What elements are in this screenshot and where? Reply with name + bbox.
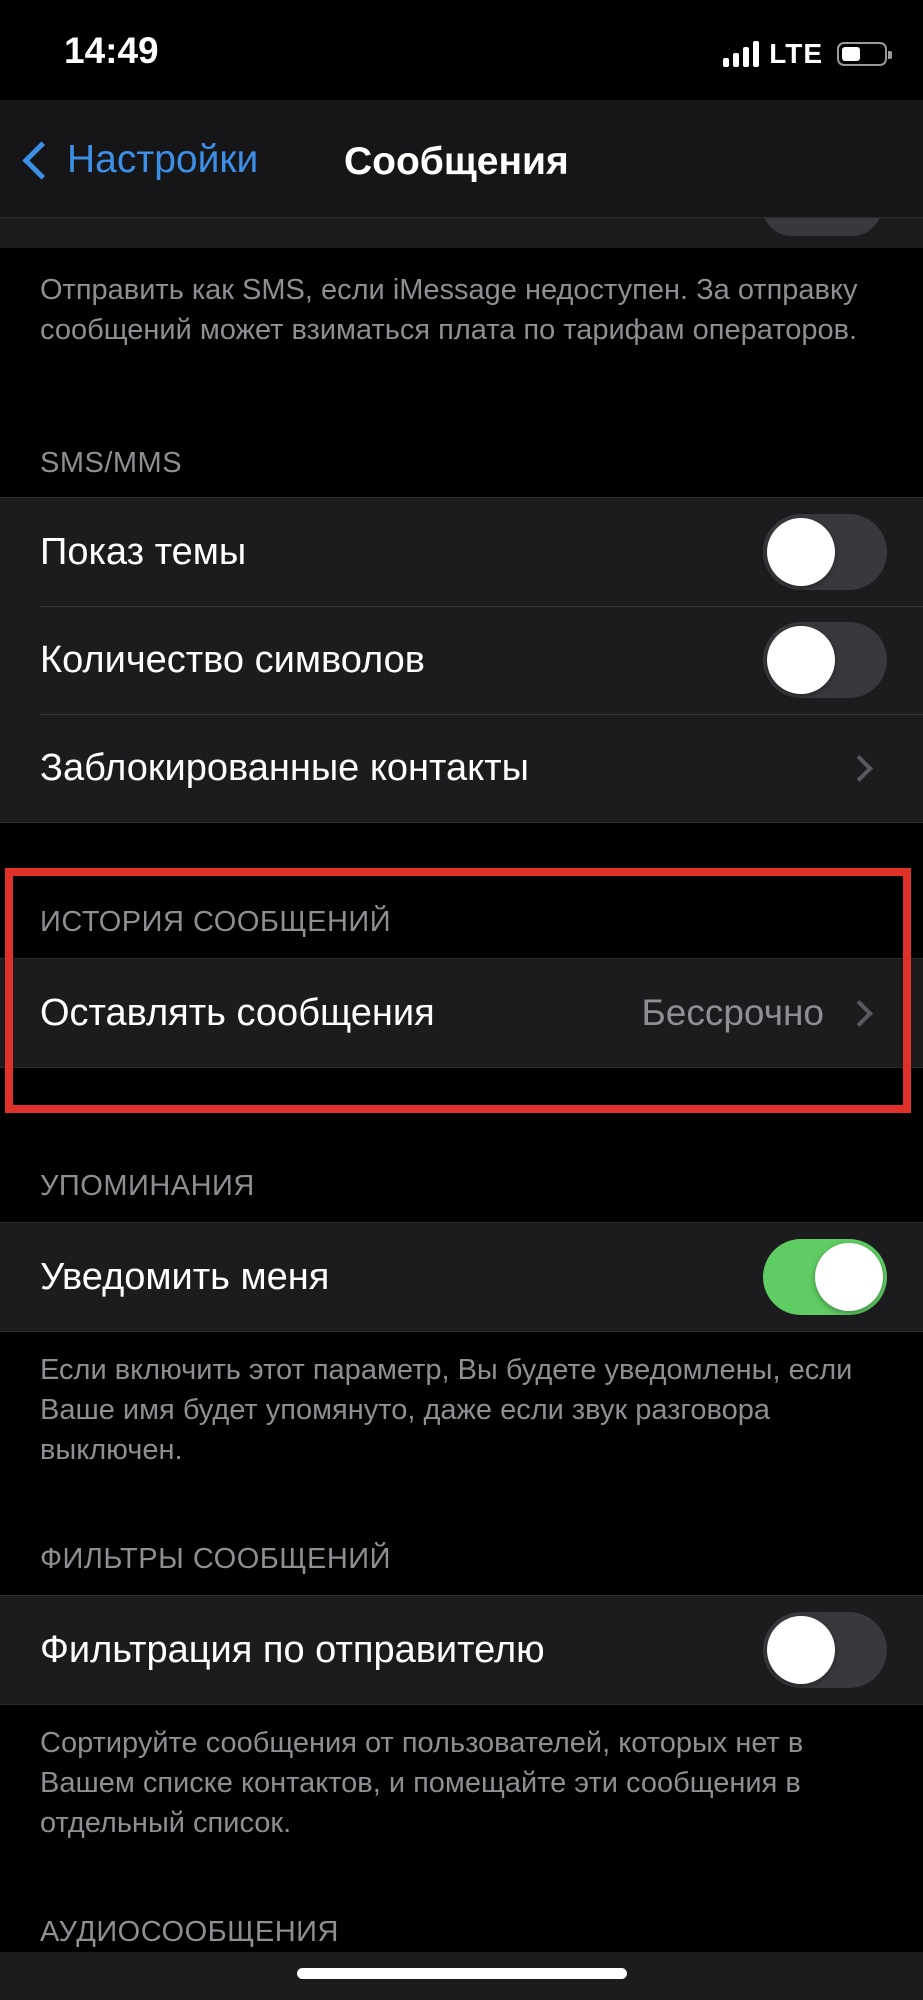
status-time: 14:49: [64, 30, 159, 71]
status-indicators: LTE: [723, 38, 892, 70]
notify-me-row[interactable]: Уведомить меня: [0, 1223, 923, 1331]
notify-me-label: Уведомить меня: [40, 1255, 330, 1298]
filter-unknown-senders-row[interactable]: Фильтрация по отправителю: [0, 1596, 923, 1704]
home-indicator[interactable]: [297, 1968, 627, 1979]
sms-fallback-footer: Отправить как SMS, если iMessage недосту…: [40, 274, 858, 346]
section-header-mentions: УПОМИНАНИЯ: [40, 1170, 255, 1202]
filtering-footer: Сортируйте сообщения от пользователей, к…: [40, 1727, 804, 1839]
section-header-audio-messages: АУДИОСООБЩЕНИЯ: [40, 1916, 339, 1948]
cellular-signal-icon: [723, 41, 760, 67]
network-type: LTE: [769, 38, 823, 69]
section-header-sms-mms: SMS/MMS: [40, 447, 183, 479]
back-button-label: Настройки: [67, 138, 259, 181]
character-count-row[interactable]: Количество символов: [0, 606, 923, 714]
blocked-contacts-row[interactable]: Заблокированные контакты: [0, 714, 923, 822]
back-button[interactable]: Настройки: [20, 138, 258, 182]
character-count-label: Количество символов: [40, 638, 425, 681]
chevron-left-icon: [22, 140, 61, 180]
page-title: Сообщения: [344, 140, 569, 183]
show-subject-toggle[interactable]: [763, 514, 887, 590]
filter-unknown-senders-toggle[interactable]: [763, 1612, 887, 1688]
show-subject-label: Показ темы: [40, 530, 247, 573]
notify-me-toggle[interactable]: [763, 1239, 887, 1315]
sms-mms-group: Показ темы Количество символов Заблокиро…: [0, 497, 923, 823]
highlight-box: [5, 868, 911, 1113]
filter-unknown-senders-label: Фильтрация по отправителю: [40, 1628, 545, 1671]
message-filtering-group: Фильтрация по отправителю: [0, 1595, 923, 1705]
mentions-group: Уведомить меня: [0, 1222, 923, 1332]
chevron-right-icon: [846, 754, 873, 782]
section-header-message-filtering: ФИЛЬТРЫ СООБЩЕНИЙ: [40, 1543, 391, 1575]
battery-icon: [837, 42, 892, 66]
blocked-contacts-label: Заблокированные контакты: [40, 746, 529, 789]
navigation-bar: Настройки Сообщения: [0, 100, 923, 218]
character-count-toggle[interactable]: [763, 622, 887, 698]
show-subject-row[interactable]: Показ темы: [0, 498, 923, 606]
mentions-footer: Если включить этот параметр, Вы будете у…: [40, 1354, 853, 1466]
